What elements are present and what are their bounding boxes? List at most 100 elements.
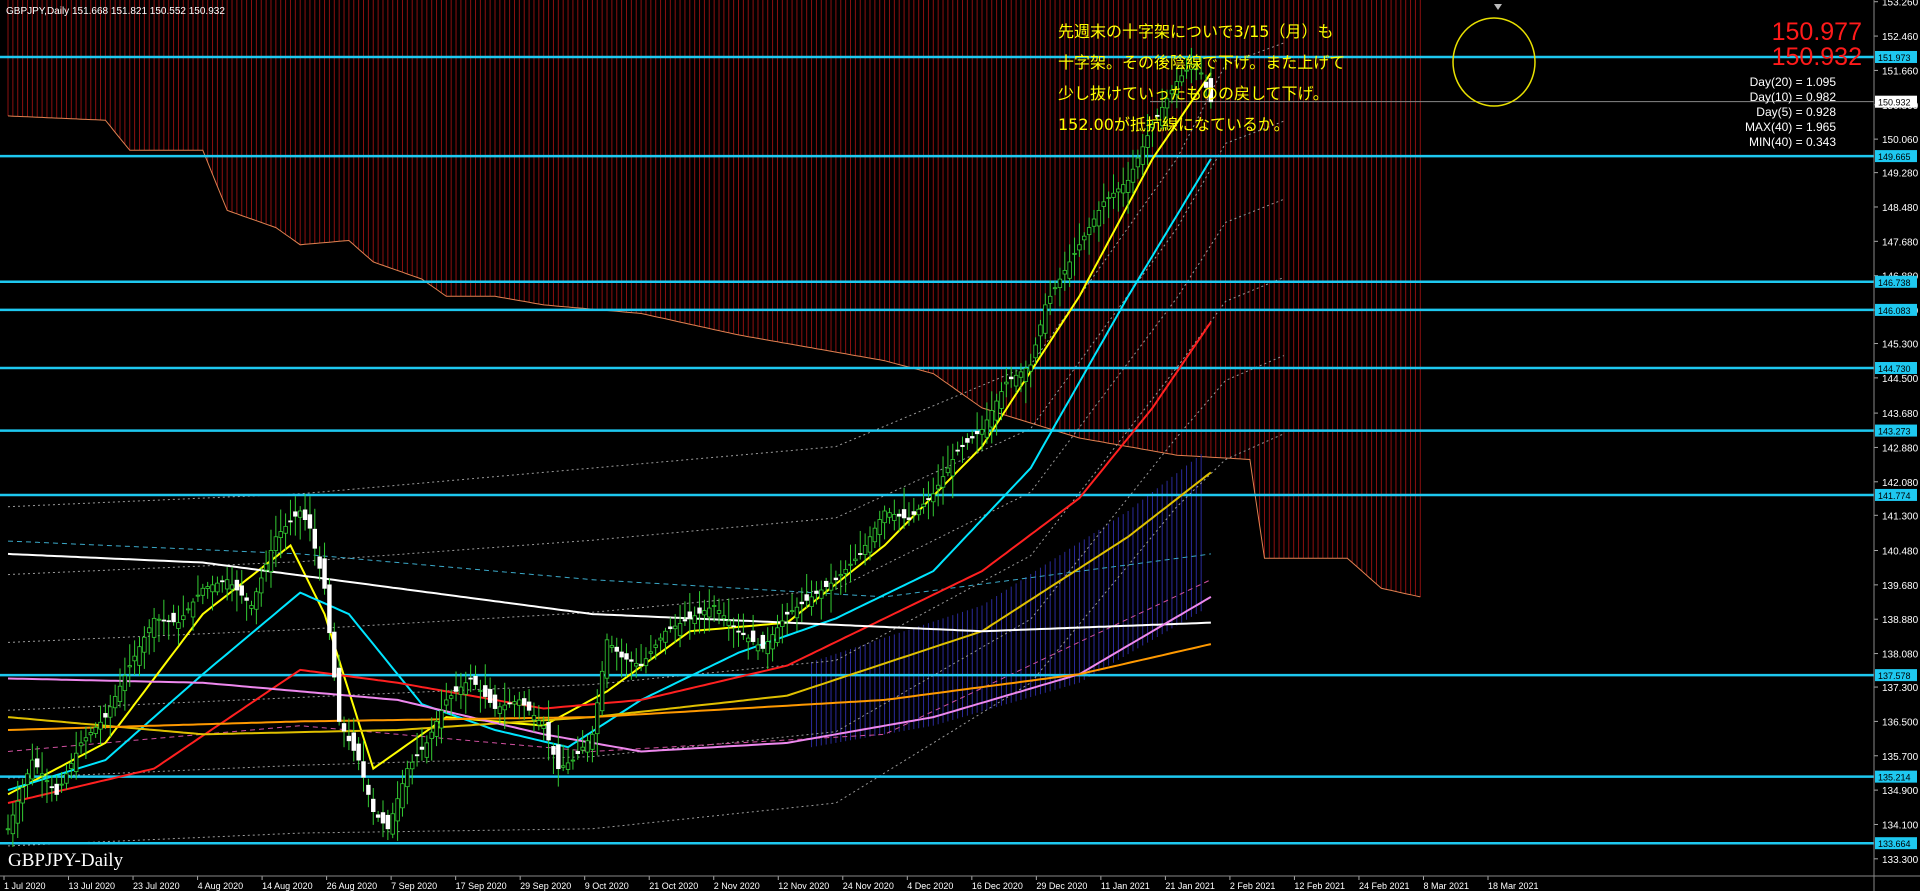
bearish-candle xyxy=(760,634,766,649)
time-tick-label: 24 Feb 2021 xyxy=(1359,881,1410,891)
bullish-candle xyxy=(950,459,955,477)
bearish-candle xyxy=(897,513,902,517)
bullish-candle xyxy=(151,617,157,638)
bullish-candle xyxy=(83,737,89,742)
time-tick-label: 13 Jul 2020 xyxy=(69,881,116,891)
bullish-candle xyxy=(1077,244,1082,251)
bullish-candle xyxy=(746,637,751,643)
bullish-candle xyxy=(843,569,848,574)
bullish-candle xyxy=(999,391,1004,409)
bullish-candle xyxy=(599,670,605,712)
bearish-candle xyxy=(336,667,342,722)
bearish-candle xyxy=(668,626,673,630)
price-chart[interactable]: 153.260152.460151.660150.860150.060149.2… xyxy=(0,0,1920,891)
bullish-candle xyxy=(224,579,230,590)
bullish-candle xyxy=(931,493,936,503)
bearish-candle xyxy=(366,784,371,795)
bearish-candle xyxy=(293,511,298,517)
bullish-candle xyxy=(716,610,722,614)
price-tick-label: 153.260 xyxy=(1882,0,1919,9)
bullish-candle xyxy=(940,476,946,488)
bullish-candle xyxy=(439,710,444,729)
bullish-candle xyxy=(215,582,220,593)
bullish-candle xyxy=(127,665,132,668)
bullish-candle xyxy=(517,699,522,706)
bullish-candle xyxy=(872,527,878,543)
bullish-candle xyxy=(887,512,892,518)
bullish-candle xyxy=(69,763,74,769)
price-tick-label: 136.500 xyxy=(1882,717,1919,728)
bullish-candle xyxy=(935,484,941,490)
bullish-candle xyxy=(249,605,254,609)
bearish-candle xyxy=(171,612,176,623)
bullish-candle xyxy=(512,701,517,705)
bullish-candle xyxy=(297,510,303,518)
bullish-candle xyxy=(643,658,649,667)
horizontal-level-label: 146.738 xyxy=(1878,278,1911,288)
bearish-candle xyxy=(804,594,809,601)
chart-watermark: GBPJPY-Daily xyxy=(8,850,124,871)
bullish-candle xyxy=(819,589,824,599)
bearish-candle xyxy=(556,744,561,770)
bearish-candle xyxy=(736,630,741,633)
bullish-candle xyxy=(434,721,439,737)
price-tick-label: 139.680 xyxy=(1882,581,1919,592)
bearish-candle xyxy=(414,754,420,757)
time-tick-label: 21 Jan 2021 xyxy=(1165,881,1215,891)
bullish-candle xyxy=(711,605,717,607)
bearish-candle xyxy=(970,436,975,439)
bullish-candle xyxy=(263,563,269,571)
bullish-candle xyxy=(229,584,235,590)
bearish-candle xyxy=(814,590,819,594)
bullish-candle xyxy=(1091,218,1097,227)
bullish-candle xyxy=(502,704,507,711)
bearish-candle xyxy=(624,653,629,660)
bearish-candle xyxy=(1009,376,1014,380)
annotation-line-3: 少し抜けていったものの戻して下げ。 xyxy=(1058,84,1329,103)
time-tick-label: 26 Aug 2020 xyxy=(327,881,378,891)
bearish-candle xyxy=(356,743,361,761)
time-tick-label: 7 Sep 2020 xyxy=(391,881,437,891)
bullish-candle xyxy=(1145,135,1150,148)
bearish-candle xyxy=(619,651,624,658)
bearish-candle xyxy=(901,509,907,519)
bullish-candle xyxy=(892,514,897,521)
bullish-candle xyxy=(1043,304,1048,334)
bullish-candle xyxy=(984,419,990,438)
price-tick-label: 147.680 xyxy=(1882,237,1919,248)
price-tick-label: 141.300 xyxy=(1882,511,1919,522)
bullish-candle xyxy=(395,798,400,822)
bearish-candle xyxy=(234,579,240,591)
bullish-candle xyxy=(185,608,191,611)
annotation-line-1: 先週末の十字架についで3/15（月）も xyxy=(1058,22,1333,41)
price-tick-label: 134.100 xyxy=(1882,820,1919,831)
range-stats: Day(20) = 1.095 Day(10) = 0.982 Day(5) =… xyxy=(1745,75,1836,149)
bullish-candle xyxy=(1028,364,1033,372)
bullish-candle xyxy=(181,615,186,620)
bearish-candle xyxy=(906,517,912,520)
bullish-candle xyxy=(580,746,585,751)
bearish-candle xyxy=(522,698,527,706)
bullish-candle xyxy=(278,531,283,538)
bearish-candle xyxy=(526,701,532,711)
chart-symbol-line: GBPJPY,Daily 151.668 151.821 150.552 150… xyxy=(6,6,225,17)
bearish-candle xyxy=(682,619,688,622)
horizontal-level-label: 143.273 xyxy=(1878,427,1911,437)
bearish-candle xyxy=(507,702,512,705)
bearish-candle xyxy=(614,646,619,652)
price-tick-label: 149.280 xyxy=(1882,169,1919,180)
current-price-label: 150.932 xyxy=(1878,98,1911,108)
horizontal-level-label: 144.730 xyxy=(1878,364,1911,374)
price-tick-label: 137.300 xyxy=(1882,683,1919,694)
price-tick-label: 144.500 xyxy=(1882,374,1919,385)
bullish-candle xyxy=(98,721,103,730)
time-tick-label: 18 Mar 2021 xyxy=(1488,881,1539,891)
bullish-candle xyxy=(73,752,79,773)
bearish-candle xyxy=(697,607,702,614)
horizontal-level-label: 151.973 xyxy=(1878,53,1911,63)
time-tick-label: 12 Nov 2020 xyxy=(778,881,829,891)
bullish-candle xyxy=(921,503,926,508)
bullish-candle xyxy=(1023,368,1029,382)
bullish-candle xyxy=(609,645,615,648)
bearish-candle xyxy=(546,722,551,741)
